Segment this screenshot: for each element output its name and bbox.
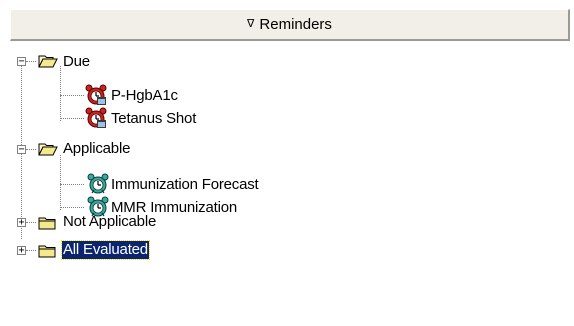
tree-line bbox=[60, 66, 61, 121]
teal-alarm-clock-icon bbox=[87, 173, 109, 194]
expand-toggle-not-applicable[interactable]: + bbox=[17, 218, 26, 228]
tree-line bbox=[60, 184, 84, 185]
red-alarm-clock-icon bbox=[85, 107, 107, 128]
reminder-item-hgba1c[interactable]: P-HgbA1c bbox=[111, 87, 178, 105]
tree-line bbox=[60, 95, 84, 96]
expand-toggle-all-evaluated[interactable]: + bbox=[17, 246, 26, 256]
header-title: Reminders bbox=[259, 16, 332, 33]
closed-folder-icon bbox=[38, 245, 56, 258]
expand-toggle-applicable[interactable]: − bbox=[17, 145, 26, 155]
tree-group-label-due[interactable]: Due bbox=[63, 53, 90, 71]
reminder-item-immunization-forecast[interactable]: Immunization Forecast bbox=[111, 176, 259, 194]
tree-group-label-applicable[interactable]: Applicable bbox=[63, 140, 130, 158]
sort-indicator-icon: ∇ bbox=[247, 18, 255, 30]
tree-line bbox=[26, 222, 36, 223]
reminders-panel: ∇ Reminders − Due P-HgbA1c Tetanus Shot … bbox=[0, 0, 574, 326]
open-folder-icon bbox=[38, 55, 58, 68]
reminders-tree[interactable]: − Due P-HgbA1c Tetanus Shot − Applicable… bbox=[10, 42, 570, 326]
reminder-item-tetanus-shot[interactable]: Tetanus Shot bbox=[111, 110, 196, 128]
tree-line bbox=[26, 250, 36, 251]
tree-line bbox=[26, 149, 36, 150]
tree-line bbox=[60, 155, 61, 210]
tree-group-label-all-evaluated[interactable]: All Evaluated bbox=[61, 240, 150, 260]
reminders-column-header[interactable]: ∇ Reminders bbox=[10, 9, 570, 41]
expand-toggle-due[interactable]: − bbox=[17, 57, 26, 67]
closed-folder-icon bbox=[38, 217, 56, 230]
tree-line bbox=[26, 61, 36, 62]
tree-line bbox=[60, 207, 84, 208]
tree-line bbox=[60, 118, 84, 119]
red-alarm-clock-icon bbox=[85, 84, 107, 105]
open-folder-icon bbox=[38, 143, 58, 156]
tree-group-label-not-applicable[interactable]: Not Applicable bbox=[63, 213, 156, 231]
